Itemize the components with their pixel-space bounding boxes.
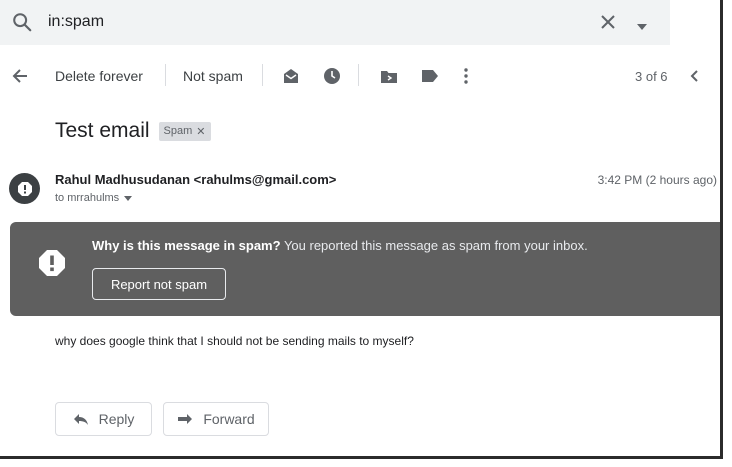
toolbar-divider: [165, 64, 166, 86]
more-icon[interactable]: [464, 52, 468, 100]
mark-unread-icon[interactable]: [282, 52, 300, 100]
toolbar: Delete forever Not spam 3 of 6: [0, 52, 720, 100]
older-chevron-icon[interactable]: [689, 52, 699, 100]
email-timestamp: 3:42 PM (2 hours ago): [597, 173, 717, 187]
search-options-icon[interactable]: [636, 18, 648, 36]
not-spam-button[interactable]: Not spam: [183, 52, 243, 100]
labels-icon[interactable]: [421, 52, 439, 100]
forward-button[interactable]: Forward: [163, 402, 269, 436]
show-details-icon[interactable]: [124, 192, 133, 204]
reply-button[interactable]: Reply: [55, 402, 152, 436]
sender-warning-icon: [9, 173, 40, 204]
snooze-icon[interactable]: [323, 52, 341, 100]
spam-reason-explanation: You reported this message as spam from y…: [283, 238, 588, 253]
clear-search-icon[interactable]: [599, 13, 617, 36]
toolbar-divider: [262, 64, 263, 86]
search-icon[interactable]: [11, 11, 33, 38]
pager-count: 3 of 6: [635, 68, 668, 84]
back-arrow-icon[interactable]: [11, 52, 29, 100]
email-body: why does google think that I should not …: [55, 334, 414, 348]
email-subject: Test email: [55, 119, 150, 142]
spam-warning-banner: Why is this message in spam? You reporte…: [10, 222, 720, 316]
reply-button-label: Reply: [98, 411, 135, 427]
search-bar: in:spam: [0, 0, 670, 45]
email-view: in:spam Delete forever Not spam 3 of 6 T…: [0, 0, 723, 459]
label-chip-text: Spam: [163, 125, 193, 137]
move-to-icon[interactable]: [380, 52, 398, 100]
recipient-line: to mrrahulms: [55, 192, 133, 204]
subject-line: Test email Spam ✕: [55, 119, 211, 143]
search-input[interactable]: in:spam: [48, 13, 104, 31]
spam-warning-icon: [38, 249, 66, 282]
spam-label-chip: Spam ✕: [158, 121, 211, 141]
spam-reason-question: Why is this message in spam?: [92, 238, 281, 253]
sender-name[interactable]: Rahul Madhusudanan <rahulms@gmail.com>: [55, 172, 336, 187]
delete-forever-button[interactable]: Delete forever: [55, 52, 143, 100]
recipient-text: to mrrahulms: [55, 192, 120, 204]
forward-button-label: Forward: [203, 411, 255, 427]
toolbar-divider: [358, 64, 359, 86]
remove-label-icon[interactable]: ✕: [196, 125, 205, 138]
report-not-spam-button[interactable]: Report not spam: [92, 268, 226, 300]
spam-reason-text: Why is this message in spam? You reporte…: [92, 238, 588, 253]
